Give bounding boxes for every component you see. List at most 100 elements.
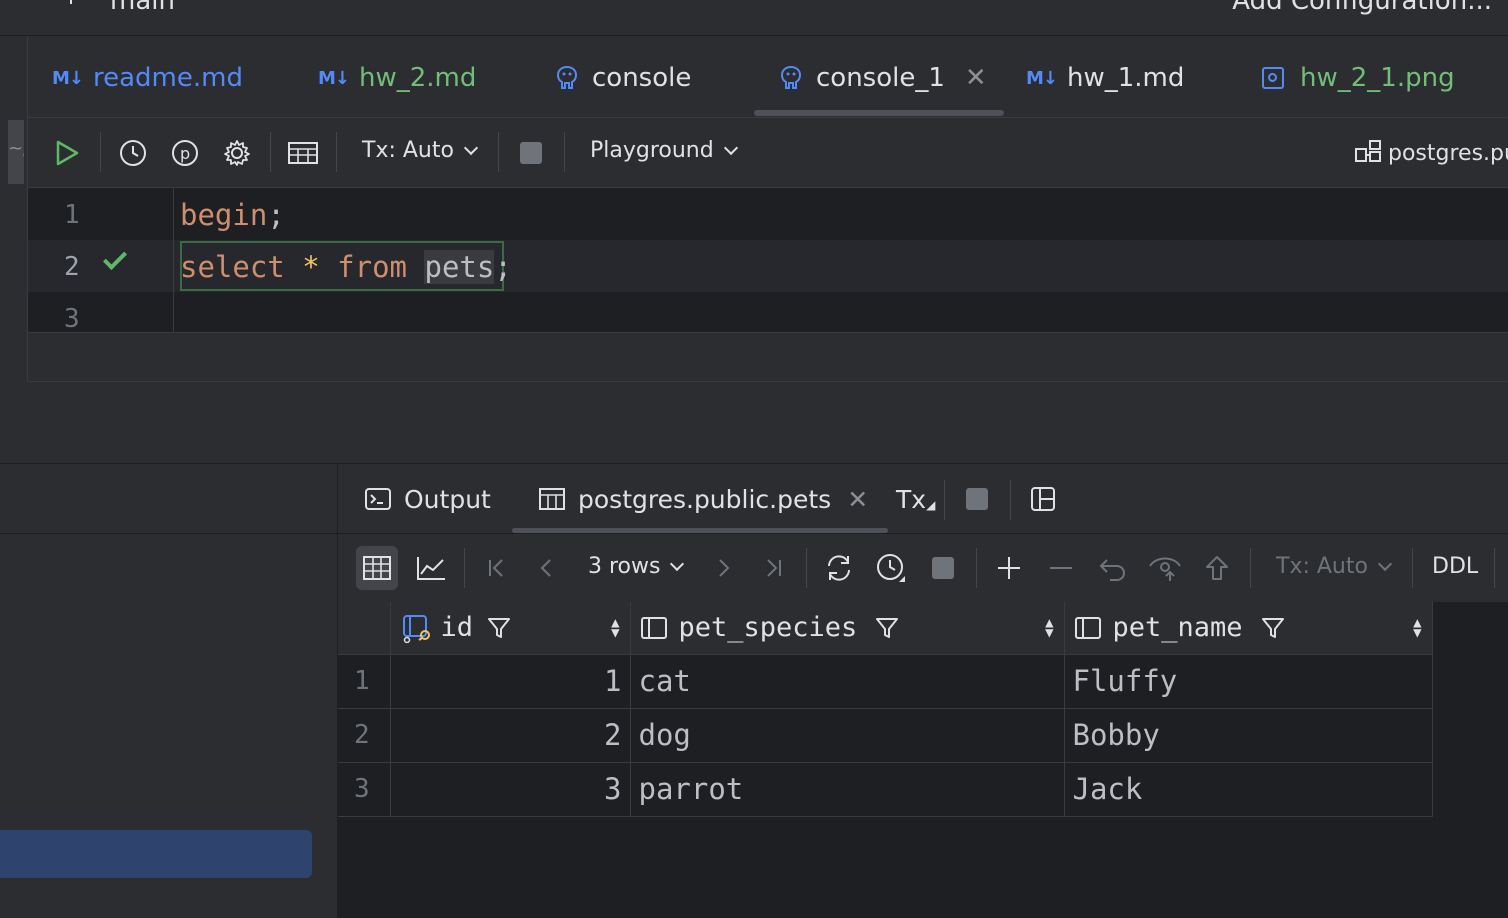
- cell-pet-species[interactable]: parrot: [630, 762, 1065, 817]
- cell-pet-name[interactable]: Bobby: [1064, 708, 1433, 763]
- auto-refresh-button[interactable]: [870, 546, 912, 590]
- result-grid[interactable]: id ▲ ▼ pet_species ▲ ▼ pet_name ▲ ▼ 1 1 …: [338, 602, 1508, 918]
- punctuation: ;: [267, 198, 285, 232]
- cell-pet-name[interactable]: Jack: [1064, 762, 1433, 817]
- table-row[interactable]: 3 3 parrot Jack: [338, 762, 1433, 817]
- stop-button[interactable]: [922, 546, 964, 590]
- next-page-button[interactable]: [702, 546, 744, 590]
- tx-mode-dropdown[interactable]: Tx: Auto: [1276, 554, 1393, 579]
- filter-icon[interactable]: [1261, 616, 1285, 640]
- code-line-1: begin;: [180, 198, 285, 232]
- cell-pet-name[interactable]: Fluffy: [1064, 654, 1433, 709]
- keyword: select: [180, 250, 285, 284]
- datasource-selector[interactable]: postgres.pu: [1354, 138, 1508, 166]
- column-header-pet-name[interactable]: pet_name ▲ ▼: [1064, 602, 1433, 655]
- table-identifier: pets: [424, 250, 495, 284]
- arrow-up-icon: [1206, 556, 1228, 580]
- settings-button[interactable]: [220, 136, 254, 170]
- run-button[interactable]: [50, 136, 84, 170]
- filter-icon[interactable]: [875, 616, 899, 640]
- keyword: from: [337, 250, 408, 284]
- filter-icon[interactable]: [487, 616, 511, 640]
- sort-icon[interactable]: ▲ ▼: [1413, 616, 1421, 640]
- refresh-button[interactable]: [818, 546, 860, 590]
- tab-hw-1-md[interactable]: M↓ hw_1.md: [1026, 60, 1184, 96]
- cell-id[interactable]: 1: [390, 654, 631, 709]
- table-row[interactable]: 1 1 cat Fluffy: [338, 654, 1433, 709]
- table-row[interactable]: 2 2 dog Bobby: [338, 708, 1433, 763]
- delete-row-button[interactable]: [1040, 546, 1082, 590]
- chevron-down-icon: [1377, 556, 1393, 572]
- close-icon[interactable]: ✕: [965, 63, 987, 93]
- cell-pet-species[interactable]: cat: [630, 654, 1065, 709]
- active-tab-indicator: [512, 528, 888, 533]
- last-page-button[interactable]: [752, 546, 794, 590]
- add-row-button[interactable]: [988, 546, 1030, 590]
- tab-label: hw_2.md: [359, 63, 477, 93]
- gutter: 1 2 3: [28, 188, 174, 334]
- tab-hw-2-md[interactable]: M↓ hw_2.md: [318, 60, 476, 96]
- tab-label: hw_2_1.png: [1300, 63, 1455, 93]
- sort-icon[interactable]: ▲ ▼: [611, 616, 619, 640]
- tab-hw-2-1-png[interactable]: hw_2_1.png: [1262, 60, 1455, 96]
- tx-indicator[interactable]: Tx ◢: [896, 482, 935, 516]
- history-button[interactable]: [116, 136, 150, 170]
- cell-id[interactable]: 2: [390, 708, 631, 763]
- services-tree-panel: [0, 464, 338, 918]
- gear-icon: [224, 140, 250, 166]
- ddl-button[interactable]: DDL: [1432, 554, 1478, 579]
- tab-console-1[interactable]: console_1 ✕: [780, 60, 987, 96]
- tab-console[interactable]: console: [556, 60, 691, 96]
- primary-key-column-icon: [402, 614, 430, 643]
- stop-icon: [932, 557, 954, 579]
- first-page-button[interactable]: [476, 546, 518, 590]
- schema-mode-dropdown[interactable]: Playground: [590, 138, 738, 163]
- stop-button[interactable]: [514, 136, 548, 170]
- branch-selector[interactable]: main: [110, 0, 175, 16]
- tab-label: Output: [404, 484, 491, 514]
- chart-view-button[interactable]: [410, 546, 452, 590]
- grid-view-button[interactable]: [356, 546, 398, 590]
- rows-dropdown[interactable]: 3 rows: [588, 554, 685, 579]
- header-row: id ▲ ▼ pet_species ▲ ▼ pet_name ▲ ▼: [338, 602, 1433, 655]
- postgres-icon: [556, 65, 578, 89]
- table-view-button[interactable]: [286, 136, 320, 170]
- markdown-icon: M↓: [1026, 67, 1058, 89]
- revert-button[interactable]: [1092, 546, 1134, 590]
- tab-result-pets[interactable]: postgres.public.pets ✕: [538, 482, 868, 516]
- schema-mode-label: Playground: [590, 138, 714, 163]
- path-crumb[interactable]: ~/s: [8, 120, 24, 184]
- sql-editor[interactable]: 1 2 3 begin; select * from pets;: [28, 188, 1508, 382]
- tx-mode-label: Tx: Auto: [362, 138, 454, 163]
- undo-icon: [1099, 559, 1125, 581]
- column-name: pet_species: [678, 612, 858, 644]
- result-toolbar: 3 rows Tx: Auto DDL: [338, 534, 1508, 602]
- cell-id[interactable]: 3: [390, 762, 631, 817]
- tab-output[interactable]: Output: [364, 482, 491, 516]
- chevron-left-icon: [540, 559, 551, 577]
- sort-icon[interactable]: ▲ ▼: [1045, 616, 1053, 640]
- preview-changes-button[interactable]: [1144, 546, 1186, 590]
- tab-label: console: [592, 63, 692, 93]
- cell-pet-species[interactable]: dog: [630, 708, 1065, 763]
- plus-icon: [998, 557, 1020, 579]
- add-configuration-button[interactable]: Add Configuration...: [1232, 0, 1492, 16]
- column-header-pet-species[interactable]: pet_species ▲ ▼: [630, 602, 1065, 655]
- keyword: begin: [180, 198, 268, 232]
- column-header-id[interactable]: id ▲ ▼: [390, 602, 631, 655]
- submit-button[interactable]: [1196, 546, 1238, 590]
- tab-readme[interactable]: M↓ readme.md: [52, 60, 243, 96]
- last-page-icon: [767, 559, 781, 577]
- ddl-label: DDL: [1432, 554, 1479, 579]
- row-number: 1: [338, 654, 391, 709]
- stop-button[interactable]: [960, 482, 994, 516]
- previous-page-button[interactable]: [526, 546, 568, 590]
- close-icon[interactable]: ✕: [847, 485, 868, 514]
- active-tab-indicator: [754, 110, 1004, 116]
- title-bar: main Add Configuration...: [0, 0, 1508, 36]
- layout-button[interactable]: [1026, 482, 1060, 516]
- selected-tree-item[interactable]: [0, 830, 312, 878]
- explain-plan-button[interactable]: p: [168, 136, 202, 170]
- tx-mode-dropdown[interactable]: Tx: Auto: [362, 138, 479, 163]
- layout-icon: [1031, 487, 1055, 511]
